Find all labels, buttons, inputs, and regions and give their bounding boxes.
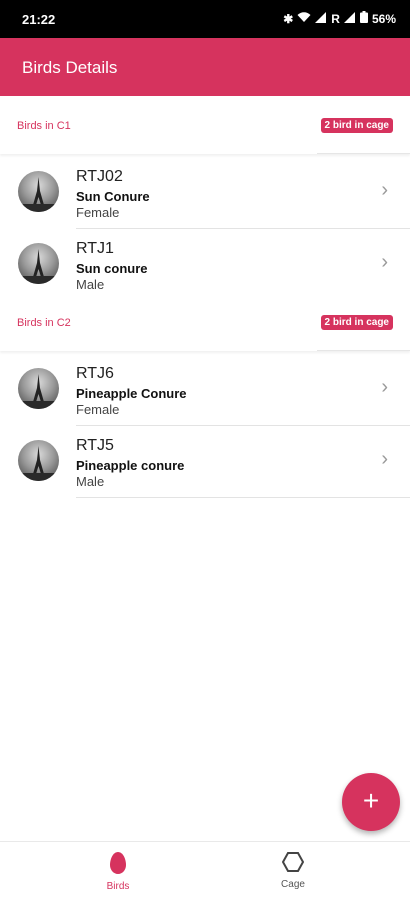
bird-species: Sun conure <box>76 261 148 276</box>
bird-species: Pineapple Conure <box>76 386 187 401</box>
section-label: Birds in C2 <box>17 317 71 329</box>
chevron-right-icon: › <box>381 448 388 470</box>
battery-percent: 56% <box>371 11 396 26</box>
nav-label-birds: Birds <box>106 881 130 892</box>
bird-id: RTJ02 <box>76 168 123 185</box>
section-label: Birds in C1 <box>17 120 71 132</box>
bird-id: RTJ6 <box>76 365 114 382</box>
carrier-label: R <box>331 11 340 26</box>
signal-icon-2 <box>343 11 356 26</box>
nav-label-cage: Cage <box>281 879 305 890</box>
bird-id: RTJ5 <box>76 437 114 454</box>
bird-gender: Male <box>76 277 105 292</box>
bird-avatar <box>18 171 59 212</box>
bird-species: Sun Conure <box>76 189 150 204</box>
bird-row-rtj5[interactable]: RTJ5 Pineapple conure Male › <box>0 426 410 498</box>
row-divider <box>76 497 410 498</box>
chevron-right-icon: › <box>381 251 388 273</box>
nav-cage[interactable]: Cage <box>253 852 333 890</box>
bird-row-rtj02[interactable]: RTJ02 Sun Conure Female › <box>0 157 410 229</box>
wifi-icon <box>297 11 311 26</box>
app-bar: Birds Details <box>0 38 410 96</box>
egg-icon <box>110 852 126 877</box>
bird-gender: Female <box>76 402 120 417</box>
status-time: 21:22 <box>22 12 56 27</box>
bird-avatar <box>18 368 59 409</box>
add-bird-button[interactable]: + <box>342 773 400 831</box>
bird-gender: Male <box>76 474 105 489</box>
nav-birds[interactable]: Birds <box>78 852 158 892</box>
section-divider <box>317 350 410 351</box>
cage-count-badge: 2 bird in cage <box>320 315 393 330</box>
bird-avatar <box>18 243 59 284</box>
bottom-nav: Birds Cage <box>0 841 410 901</box>
section-header-c2: Birds in C2 2 bird in cage <box>0 293 410 351</box>
section-header-c1: Birds in C1 2 bird in cage <box>0 96 410 154</box>
hexagon-icon <box>281 852 305 875</box>
bird-gender: Female <box>76 205 120 220</box>
battery-icon <box>359 11 368 26</box>
bird-row-rtj6[interactable]: RTJ6 Pineapple Conure Female › <box>0 354 410 426</box>
plus-icon: + <box>362 785 380 816</box>
bird-id: RTJ1 <box>76 240 114 257</box>
bird-species: Pineapple conure <box>76 458 185 473</box>
status-bar: 21:22 ✱ R 56% <box>0 0 410 38</box>
bluetooth-icon: ✱ <box>283 11 294 26</box>
bird-avatar <box>18 440 59 481</box>
status-icons: ✱ R 56% <box>283 11 396 26</box>
cage-count-badge: 2 bird in cage <box>320 118 393 133</box>
bird-row-rtj1[interactable]: RTJ1 Sun conure Male › <box>0 229 410 301</box>
page-title: Birds Details <box>22 58 118 77</box>
chevron-right-icon: › <box>381 376 388 398</box>
signal-icon <box>315 11 327 26</box>
section-divider <box>317 153 410 154</box>
chevron-right-icon: › <box>381 179 388 201</box>
